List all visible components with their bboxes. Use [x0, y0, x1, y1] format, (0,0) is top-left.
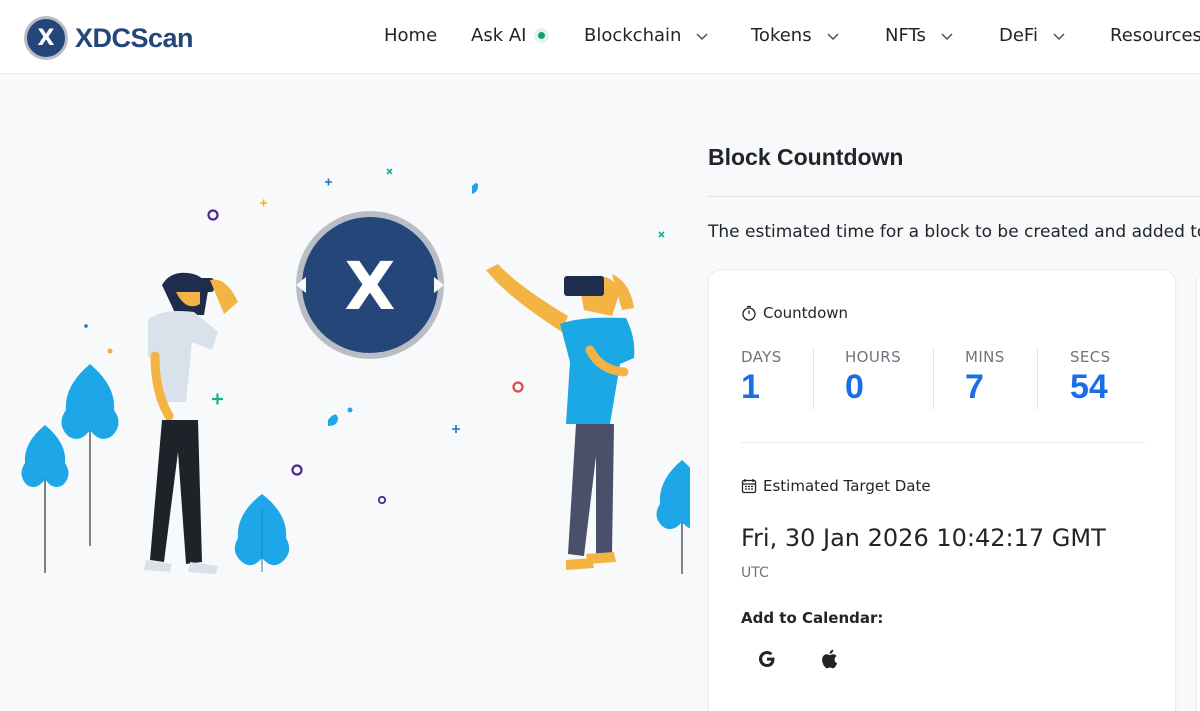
timezone-label: UTC [741, 565, 769, 581]
nav-home-label: Home [384, 25, 438, 46]
nav-resources[interactable]: Resources [1110, 25, 1200, 46]
secs-value: 54 [1070, 368, 1108, 406]
nav-home[interactable]: Home [384, 25, 437, 46]
target-date-value: Fri, 30 Jan 2026 10:42:17 GMT [741, 524, 1106, 552]
page-title: Block Countdown [708, 144, 904, 170]
nav-resources-label: Resources [1110, 25, 1200, 46]
site-logo[interactable]: X XDCScan [24, 16, 194, 60]
add-to-calendar-label: Add to Calendar: [741, 609, 884, 627]
countdown-days: DAYS 1 [741, 348, 782, 412]
logo-mark: X [37, 25, 55, 51]
countdown-label: Countdown [741, 304, 848, 322]
nav-nfts-label: NFTs [885, 25, 926, 46]
nav-tokens-label: Tokens [751, 25, 812, 46]
countdown-separator [813, 348, 814, 410]
hours-unit: HOURS [845, 348, 902, 366]
chevron-down-icon [696, 32, 708, 40]
target-date-label: Estimated Target Date [741, 477, 931, 495]
coin-mark: X [345, 248, 396, 325]
apple-calendar-button[interactable] [809, 644, 849, 674]
days-unit: DAYS [741, 348, 782, 366]
nav-defi-label: DeFi [999, 25, 1038, 46]
mins-value: 7 [965, 368, 984, 406]
google-calendar-button[interactable] [747, 644, 787, 674]
google-icon [759, 651, 775, 667]
nav-nfts[interactable]: NFTs [885, 25, 954, 46]
side-card-partial [1196, 269, 1200, 711]
calendar-icon [741, 479, 757, 494]
countdown-secs: SECS 54 [1070, 348, 1111, 412]
target-date-label-text: Estimated Target Date [763, 477, 931, 495]
woman-vr-figure [486, 264, 635, 570]
tree-right-icon [656, 460, 690, 574]
nav-ask-ai-label: Ask AI [471, 25, 527, 46]
top-navbar: X XDCScan Home Ask AI Blockchain Tokens … [0, 0, 1200, 74]
stopwatch-icon [742, 305, 756, 321]
nav-defi[interactable]: DeFi [999, 25, 1066, 46]
tree-mid-icon [234, 494, 290, 572]
countdown-mins: MINS 7 [965, 348, 1005, 412]
countdown-divider [741, 442, 1145, 443]
countdown-separator [933, 348, 934, 410]
status-dot-icon [538, 32, 546, 39]
vr-illustration: X [21, 168, 690, 574]
xdc-logo-icon: X [24, 16, 68, 60]
countdown-label-text: Countdown [763, 304, 849, 322]
chevron-down-icon [941, 32, 953, 40]
countdown-hours: HOURS 0 [845, 348, 901, 412]
logo-text: XDCScan [75, 22, 194, 53]
mins-unit: MINS [965, 348, 1005, 366]
chevron-down-icon [1053, 32, 1065, 40]
hours-value: 0 [845, 368, 864, 406]
days-value: 1 [741, 368, 760, 406]
countdown-values: DAYS 1 HOURS 0 MINS 7 SECS 54 [741, 348, 1146, 412]
countdown-separator [1037, 348, 1038, 410]
man-vr-figure [144, 272, 238, 574]
secs-unit: SECS [1070, 348, 1111, 366]
chevron-down-icon [827, 32, 839, 40]
title-divider [708, 196, 1200, 197]
nav-blockchain[interactable]: Blockchain [584, 25, 709, 46]
apple-icon [822, 649, 838, 669]
nav-tokens[interactable]: Tokens [751, 25, 840, 46]
nav-blockchain-label: Blockchain [584, 25, 682, 46]
nav-ask-ai[interactable]: Ask AI [471, 25, 546, 46]
page-description: The estimated time for a block to be cre… [708, 222, 1200, 242]
countdown-card: Countdown DAYS 1 HOURS 0 MINS 7 SECS 54 … [708, 269, 1176, 711]
xdc-coin-icon: X [296, 211, 444, 359]
tree-left-icon [21, 364, 119, 573]
